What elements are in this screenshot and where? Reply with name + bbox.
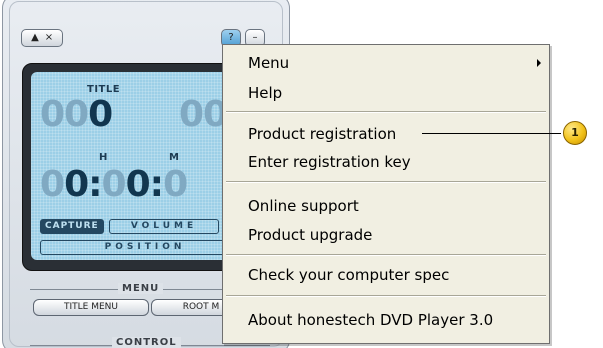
callout-leader-line: [422, 133, 561, 134]
capture-indicator[interactable]: CAPTURE: [40, 219, 104, 234]
submenu-arrow-icon: [537, 59, 541, 67]
title-menu-button[interactable]: TITLE MENU: [33, 299, 149, 316]
chapter-counter: 00: [179, 94, 228, 135]
menu-separator: [226, 111, 546, 113]
menu-item-online-support[interactable]: Online support: [248, 195, 359, 217]
control-section-title: CONTROL: [112, 337, 181, 348]
position-indicator[interactable]: POSITION: [40, 240, 250, 255]
close-icon[interactable]: ×: [42, 30, 56, 46]
menu-separator: [226, 254, 546, 256]
help-context-menu: Menu Help Product registration Enter reg…: [222, 44, 550, 344]
title-digits-dim: 00: [40, 94, 89, 135]
menu-item-check-computer-spec[interactable]: Check your computer spec: [248, 264, 449, 286]
eject-close-button-group: ▲ ×: [21, 29, 63, 47]
time-digit-active: 0: [64, 164, 89, 205]
title-digit-active: 0: [88, 94, 113, 135]
eject-icon[interactable]: ▲: [28, 30, 42, 46]
time-digit-dim: 0: [163, 164, 188, 205]
callout-number-badge: 1: [563, 121, 587, 145]
title-counter: 000: [40, 94, 113, 135]
time-counter: 00:00:0: [40, 164, 188, 205]
time-digit-dim: 0: [101, 164, 127, 205]
menu-item-product-registration[interactable]: Product registration: [248, 123, 396, 145]
menu-item-menu[interactable]: Menu: [248, 52, 289, 74]
time-separator: :: [149, 164, 164, 205]
menu-item-enter-registration-key[interactable]: Enter registration key: [248, 151, 411, 173]
menu-section-title: MENU: [118, 283, 164, 294]
menu-separator: [226, 295, 546, 297]
menu-item-product-upgrade[interactable]: Product upgrade: [248, 224, 372, 246]
minute-label: M: [169, 152, 180, 163]
time-separator: :: [88, 164, 102, 205]
menu-separator: [226, 181, 546, 183]
hour-label: H: [99, 152, 108, 163]
menu-item-about[interactable]: About honestech DVD Player 3.0: [248, 309, 493, 331]
menu-item-help[interactable]: Help: [248, 82, 282, 104]
volume-indicator[interactable]: VOLUME: [109, 219, 219, 234]
chapter-digits: 00: [179, 94, 228, 135]
time-digit-active: 0: [125, 164, 151, 205]
time-digit-dim: 0: [40, 164, 65, 205]
